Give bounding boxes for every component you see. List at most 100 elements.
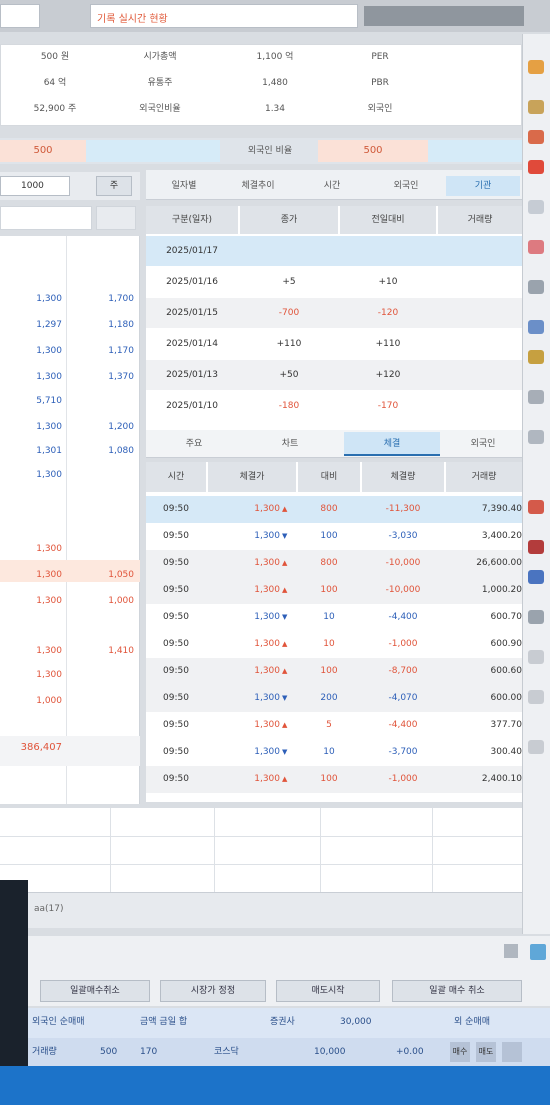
subtab-chart[interactable]: 차트 [244, 432, 336, 456]
news-icon[interactable] [528, 350, 544, 364]
trade-price: 1,300 [254, 693, 280, 703]
band1-item-3: 30,000 [340, 1017, 372, 1027]
heart-icon[interactable] [528, 240, 544, 254]
daily-close: +110 [276, 339, 302, 349]
memo-icon[interactable] [528, 650, 544, 664]
band2-item-2: 170 [140, 1047, 158, 1057]
daily-header-date[interactable]: 구분(일자) [146, 206, 238, 234]
window-controls[interactable] [364, 6, 524, 26]
settings-icon[interactable] [528, 390, 544, 404]
trade-time: 09:50 [163, 558, 189, 568]
code-box[interactable] [0, 4, 40, 28]
daily-close: -700 [278, 308, 300, 318]
trade-time: 09:50 [163, 774, 189, 784]
buy-mini-button[interactable]: 매수 [450, 1042, 470, 1062]
info-icon[interactable] [528, 570, 544, 584]
buy-icon[interactable] [528, 500, 544, 514]
trade-volume: 3,400.20 [481, 531, 522, 541]
trade-qty: -11,300 [385, 504, 421, 514]
market-modify-button[interactable]: 시장가 정정 [160, 980, 266, 1002]
trade-volume: 377.70 [490, 720, 523, 730]
arrow-down-icon: ▼ [282, 532, 288, 540]
price-left-value: 500 [0, 140, 86, 162]
daily-close: +5 [282, 277, 296, 287]
arrow-up-icon: ▲ [282, 640, 288, 648]
trade-volume: 300.40 [490, 747, 523, 757]
list-icon[interactable] [528, 280, 544, 294]
band2-item-3: 코스닥 [214, 1047, 239, 1057]
trade-qty: -4,400 [388, 612, 418, 622]
help-icon[interactable] [528, 740, 544, 754]
cancel-all-buy-button[interactable]: 일괄매수취소 [40, 980, 150, 1002]
option-mini-button[interactable] [502, 1042, 522, 1062]
arrow-up-icon: ▲ [282, 721, 288, 729]
expand-icon[interactable] [504, 944, 518, 958]
side-panel [0, 880, 28, 1066]
trade-price: 1,300 [254, 558, 280, 568]
print-icon[interactable] [528, 690, 544, 704]
subtab-main[interactable]: 주요 [148, 432, 240, 456]
cancel-buy-button[interactable]: 일괄 매수 취소 [392, 980, 522, 1002]
daily-date: 2025/01/10 [166, 401, 218, 411]
calc-icon[interactable] [528, 610, 544, 624]
order-icon[interactable] [528, 160, 544, 174]
trade-price: 1,300 [254, 585, 280, 595]
left-top-a: 1,301 [36, 446, 62, 456]
tab-foreign[interactable]: 외국인 [370, 176, 442, 196]
daily-date: 2025/01/15 [166, 308, 218, 318]
left-bottom-a: 1,300 [36, 596, 62, 606]
quantity-select[interactable]: 1000 [0, 176, 70, 196]
trade-time: 09:50 [163, 720, 189, 730]
arrow-up-icon: ▲ [282, 667, 288, 675]
arrow-up-icon: ▲ [282, 775, 288, 783]
trade-time: 09:50 [163, 531, 189, 541]
left-input[interactable] [0, 206, 92, 230]
alert-icon[interactable] [528, 130, 544, 144]
chart-icon[interactable] [528, 320, 544, 334]
left-top-a: 1,300 [36, 470, 62, 480]
sell-start-button[interactable]: 매도시작 [276, 980, 380, 1002]
arrow-up-icon: ▲ [282, 586, 288, 594]
trade-qty: -1,000 [388, 639, 418, 649]
info-r2c0: 52,900 주 [33, 104, 77, 114]
subtab-foreign[interactable]: 외국인 [444, 432, 522, 456]
trade-qty: -4,070 [388, 693, 418, 703]
left-input-button[interactable] [96, 206, 136, 230]
tool-icon[interactable] [528, 430, 544, 444]
left-bottom-a: 1,300 [36, 670, 62, 680]
info-r2c2: 1.34 [264, 104, 286, 114]
tab-trend[interactable]: 체결추이 [222, 176, 294, 196]
left-bottom-b: 1,000 [108, 596, 134, 606]
daily-change: -120 [377, 308, 399, 318]
trade-price: 1,300 [254, 639, 280, 649]
trade-diff: 100 [320, 531, 338, 541]
network-icon[interactable] [530, 944, 546, 960]
sell-mini-button[interactable]: 매도 [476, 1042, 496, 1062]
lower-grid-vline [214, 808, 215, 892]
band1-item-1: 금액 금일 합 [140, 1017, 188, 1027]
daily-change: +120 [375, 370, 401, 380]
status-bar [0, 892, 522, 928]
star-icon[interactable] [528, 60, 544, 74]
left-top-b: 1,200 [108, 422, 134, 432]
sell-icon[interactable] [528, 540, 544, 554]
tab-institution[interactable]: 기관 [446, 176, 520, 196]
lower-grid-vline [320, 808, 321, 892]
trades-header-price: 체결가 [208, 462, 296, 492]
trade-price: 1,300 [254, 612, 280, 622]
band2-item-0: 거래량 [32, 1047, 57, 1057]
band1-item-0: 외국인 순매매 [32, 1017, 85, 1027]
folder-icon[interactable] [528, 100, 544, 114]
stock-name-field[interactable]: 기록 실시간 현황 [90, 4, 358, 28]
grid-icon[interactable] [528, 200, 544, 214]
left-top-b: 1,370 [108, 372, 134, 382]
status-label: aa(17) [34, 904, 64, 914]
tab-time[interactable]: 시간 [296, 176, 368, 196]
unit-button[interactable]: 주 [96, 176, 132, 196]
daily-change: -170 [377, 401, 399, 411]
trades-header-qty: 체결량 [362, 462, 444, 492]
info-r1c3: PBR [371, 78, 389, 88]
tab-daily[interactable]: 일자별 [148, 176, 220, 196]
subtab-trades[interactable]: 체결 [344, 432, 440, 456]
order-book-divider [66, 236, 67, 804]
